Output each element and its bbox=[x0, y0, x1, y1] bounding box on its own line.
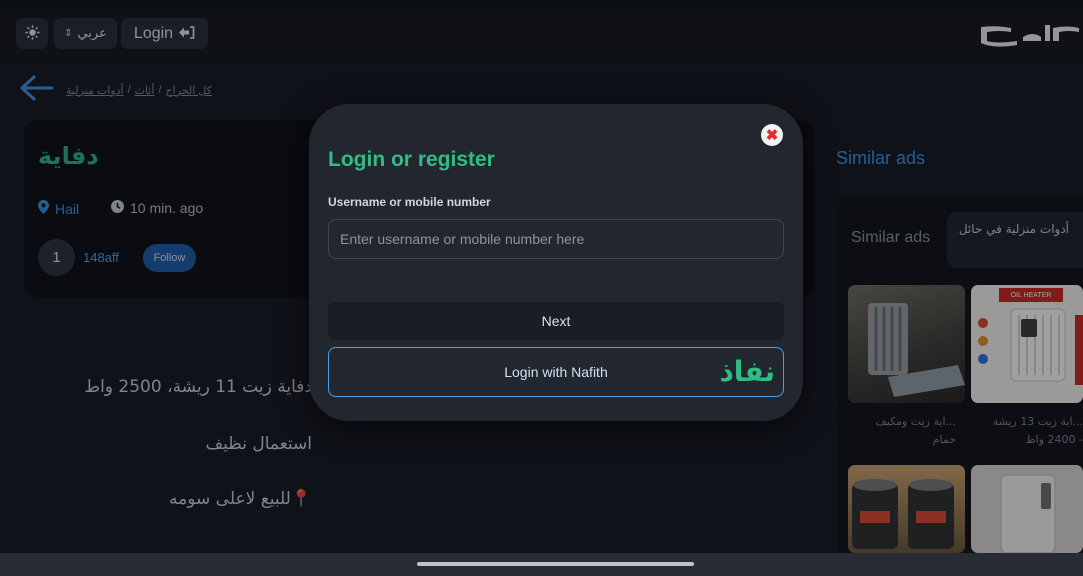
close-modal-button[interactable]: ✖ bbox=[761, 124, 783, 146]
close-icon: ✖ bbox=[765, 127, 779, 144]
username-field-label: Username or mobile number bbox=[328, 195, 491, 209]
home-indicator[interactable] bbox=[417, 562, 694, 566]
system-nav-bar bbox=[0, 553, 1083, 576]
next-button[interactable]: Next bbox=[328, 302, 784, 340]
nafith-button-label: Login with Nafith bbox=[504, 364, 608, 380]
modal-title: Login or register bbox=[328, 148, 495, 171]
login-with-nafith-button[interactable]: Login with Nafith نفاذ bbox=[328, 347, 784, 397]
nafith-logo: نفاذ bbox=[719, 355, 775, 388]
username-input[interactable] bbox=[328, 219, 784, 259]
